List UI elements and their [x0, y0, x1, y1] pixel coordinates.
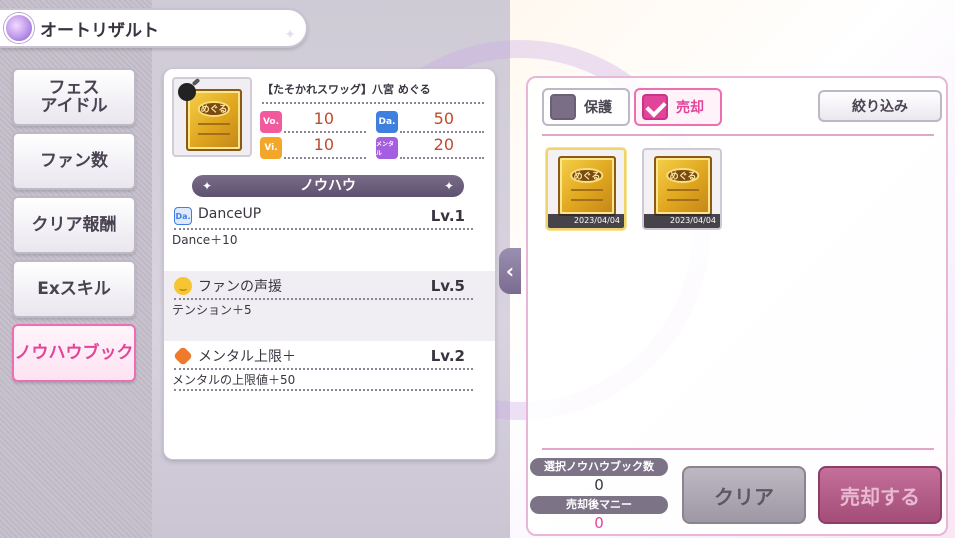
knowhow-book-icon: めぐる: [558, 156, 616, 216]
knowhow-section-header: ✦ ノウハウ ✦: [192, 175, 464, 197]
skill-row: メンタル上限＋ Lv.2 メンタルの上限値＋50: [164, 341, 495, 411]
protect-label: 保護: [584, 100, 612, 116]
tab-fes-idol[interactable]: フェス アイドル: [12, 68, 136, 126]
skill-name: DanceUP: [198, 206, 262, 222]
book-date: 2023/04/04: [644, 214, 720, 228]
skill-name: ファンの声援: [198, 279, 282, 295]
sell-button[interactable]: 売却する: [818, 466, 942, 524]
mental-value: 20: [433, 135, 454, 154]
protect-checkbox[interactable]: [550, 94, 576, 120]
skill-level: Lv.5: [430, 277, 465, 295]
knowhow-book-item[interactable]: めぐる 2023/04/04: [546, 148, 626, 230]
card-name: 【たそかれスワッグ】八宮 めぐる: [262, 83, 431, 96]
book-badge: めぐる: [197, 101, 231, 117]
tab-clear-reward[interactable]: クリア報酬: [12, 196, 136, 254]
skill-row: ‿ ファンの声援 Lv.5 テンション＋5: [164, 271, 495, 341]
dance-value: 50: [433, 109, 454, 128]
sell-filter-button[interactable]: 売却: [634, 88, 722, 126]
sell-label: 売却: [676, 100, 704, 116]
clear-button[interactable]: クリア: [682, 466, 806, 524]
tab-knowhow-book[interactable]: ノウハウブック: [12, 324, 136, 382]
knowhow-book-icon: めぐる: [654, 156, 712, 216]
auto-result-icon: [4, 13, 34, 43]
bomb-icon: [178, 83, 196, 101]
skill-desc: メンタルの上限値＋50: [172, 373, 296, 387]
knowhow-book-list-panel: 保護 売却 絞り込み めぐる 2023/04/04 めぐる 2023/04/04…: [526, 76, 948, 536]
star-icon: ✦: [202, 179, 213, 193]
knowhow-book-icon: めぐる: [186, 89, 242, 151]
skill-level: Lv.1: [430, 207, 465, 225]
selected-count: 0: [594, 476, 604, 494]
tab-ex-skill[interactable]: Exスキル: [12, 260, 136, 318]
vocal-value: 10: [313, 109, 334, 128]
skill-name: メンタル上限＋: [198, 349, 296, 365]
book-date: 2023/04/04: [548, 214, 624, 228]
skill-desc: テンション＋5: [172, 303, 252, 317]
dance-icon: Da.: [174, 207, 192, 225]
protect-filter-button[interactable]: 保護: [542, 88, 630, 126]
narrow-down-button[interactable]: 絞り込み: [818, 90, 942, 122]
money-label: 売却後マニー: [530, 496, 668, 514]
tab-fan-count[interactable]: ファン数: [12, 132, 136, 190]
skill-desc: Dance＋10: [172, 233, 238, 247]
knowhow-book-item[interactable]: めぐる 2023/04/04: [642, 148, 722, 230]
smile-icon: ‿: [174, 277, 192, 295]
page-title: オートリザルト: [40, 20, 159, 41]
star-icon: ✦: [443, 179, 454, 193]
sell-checkbox[interactable]: [642, 94, 668, 120]
selected-count-label: 選択ノウハウブック数: [530, 458, 668, 476]
sparkle-icon: ✦: [284, 27, 296, 43]
book-thumbnail: めぐる: [172, 77, 252, 157]
mental-up-icon: [173, 346, 193, 366]
collapse-panel-button[interactable]: ‹: [499, 248, 521, 294]
skill-row: Da. DanceUP Lv.1 Dance＋10: [164, 201, 495, 271]
knowhow-detail-panel: めぐる 【たそかれスワッグ】八宮 めぐる Vo. 10 Da. 50 Vi. 1…: [163, 68, 496, 460]
skill-level: Lv.2: [430, 347, 465, 365]
money-value: 0: [594, 514, 604, 532]
title-bar: オートリザルト ✦: [0, 8, 308, 48]
visual-value: 10: [313, 135, 334, 154]
